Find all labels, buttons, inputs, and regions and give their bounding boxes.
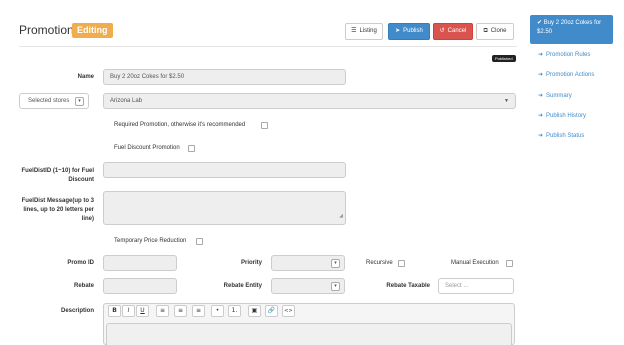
sidebar-item-label: Summary [546, 92, 572, 99]
sidebar-item-promotion-actions[interactable]: ➜ Promotion Actions [538, 71, 595, 79]
cancel-button-label: Cancel [447, 28, 467, 34]
image-button[interactable]: ▣ [248, 305, 261, 317]
description-label: Description [60, 308, 94, 314]
rebate-input[interactable] [103, 278, 177, 294]
listing-button-label: Listing [359, 28, 377, 34]
sidebar-item-label: Promotion Rules [546, 51, 591, 58]
cancel-button[interactable]: ↺ Cancel [433, 23, 473, 40]
link-button[interactable]: 🔗 [265, 305, 278, 317]
bold-button[interactable]: B [108, 305, 121, 317]
fuel-discount-label: Fuel Discount Promotion [114, 145, 180, 151]
recursive-label: Recursive [366, 260, 393, 266]
required-promotion-label: Required Promotion, otherwise it's recom… [114, 122, 246, 128]
arrow-right-icon: ➜ [538, 93, 544, 99]
description-textarea[interactable] [106, 323, 512, 345]
status-badge: Editing [72, 23, 113, 38]
sidebar-active-label: Buy 2 20oz Cokes for $2.50 [537, 20, 602, 35]
store-value: Arizona Lab [110, 98, 143, 104]
italic-button[interactable]: I [122, 305, 135, 317]
sidebar-item-label: Promotion Actions [546, 71, 595, 78]
recursive-checkbox[interactable] [398, 260, 405, 267]
align-center-button[interactable]: ≡ [174, 305, 187, 317]
check-icon: ✔ [537, 20, 543, 26]
sidebar-item-current-promotion[interactable]: ✔ Buy 2 20oz Cokes for $2.50 [530, 15, 613, 44]
sidebar-item-summary[interactable]: ➜ Summary [538, 92, 572, 100]
fueldist-message-label: FuelDist Message(up to 3 lines, up to 20… [21, 198, 94, 222]
list-icon: ☰ [351, 28, 357, 34]
temp-price-checkbox[interactable] [196, 238, 203, 245]
listing-button[interactable]: ☰ Listing [345, 23, 383, 40]
fuel-discount-checkbox[interactable] [188, 145, 195, 152]
manual-execution-checkbox[interactable] [506, 260, 513, 267]
sidebar-item-publish-history[interactable]: ➜ Publish History [538, 112, 587, 120]
publish-button-label: Publish [403, 28, 423, 34]
resize-handle-icon[interactable]: ◢ [339, 209, 343, 223]
page-title: Promotion [19, 23, 74, 37]
undo-icon: ↺ [439, 28, 445, 34]
rebate-label: Rebate [73, 283, 94, 289]
align-right-button[interactable]: ≡ [192, 305, 205, 317]
manual-execution-label: Manual Execution [451, 260, 499, 266]
chevron-down-icon: ▾ [75, 96, 84, 106]
publish-button[interactable]: ➤ Publish [388, 23, 430, 40]
promo-id-label: Promo ID [67, 260, 94, 266]
sidebar-item-publish-status[interactable]: ➜ Publish Status [538, 132, 585, 140]
align-left-button[interactable]: ≡ [156, 305, 169, 317]
rebate-taxable-select[interactable]: Select ... [438, 278, 514, 294]
rebate-entity-select[interactable]: ▾ [271, 278, 345, 294]
numbered-list-button[interactable]: 1. [228, 305, 241, 317]
fueldist-message-textarea[interactable]: ◢ [103, 191, 346, 225]
header-divider [19, 46, 517, 47]
name-label: Name [77, 74, 94, 80]
sidebar-item-promotion-rules[interactable]: ➜ Promotion Rules [538, 51, 591, 59]
fueldist-id-label: FuelDistID (1~10) for Fuel Discount [21, 168, 94, 183]
store-select-button[interactable]: Selected stores ▾ [19, 93, 89, 109]
underline-button[interactable]: U [136, 305, 149, 317]
copy-icon: ⧉ [483, 28, 488, 34]
fueldist-id-input[interactable] [103, 162, 346, 178]
send-icon: ➤ [395, 28, 401, 34]
arrow-right-icon: ➜ [538, 72, 544, 78]
bullet-list-button[interactable]: • [211, 305, 224, 317]
arrow-right-icon: ➜ [538, 52, 544, 58]
priority-label: Priority [240, 260, 262, 266]
caret-down-icon: ▼ [504, 98, 509, 104]
required-promotion-checkbox[interactable] [261, 122, 268, 129]
chevron-down-icon: ▾ [331, 258, 340, 268]
clone-button-label: Clone [490, 28, 507, 34]
store-select-label: Selected stores [28, 98, 70, 104]
store-dropdown[interactable]: Arizona Lab ▼ [103, 93, 516, 109]
sidebar-item-label: Publish History [546, 112, 587, 119]
chevron-down-icon: ▾ [331, 281, 340, 291]
source-code-button[interactable]: <> [282, 305, 295, 317]
promo-id-input[interactable] [103, 255, 177, 271]
rebate-taxable-label: Rebate Taxable [386, 283, 430, 289]
clone-button[interactable]: ⧉ Clone [476, 23, 514, 40]
arrow-right-icon: ➜ [538, 133, 544, 139]
published-tag: Published [492, 55, 516, 62]
sidebar-item-label: Publish Status [546, 132, 585, 139]
priority-select[interactable]: ▾ [271, 255, 345, 271]
rebate-entity-label: Rebate Entity [223, 283, 262, 289]
name-input[interactable]: Buy 2 20oz Cokes for $2.50 [103, 69, 346, 85]
arrow-right-icon: ➜ [538, 113, 544, 119]
temp-price-label: Temporary Price Reduction [114, 238, 187, 244]
